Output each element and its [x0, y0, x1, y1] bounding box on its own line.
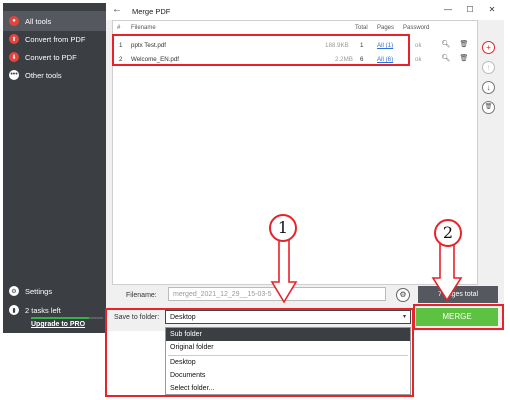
- delete-all-button[interactable]: 🗑: [482, 101, 495, 114]
- move-up-button[interactable]: ↑: [482, 61, 495, 74]
- highlight-box-save-folder: [105, 308, 414, 397]
- filename-input[interactable]: merged_2021_12_29__15-03-5: [168, 287, 386, 301]
- add-file-button[interactable]: +: [482, 41, 495, 54]
- sidebar-item-label: Other tools: [25, 70, 62, 80]
- maximize-icon[interactable]: ☐: [464, 5, 476, 14]
- app-window: ● All tools ⬆ Convert from PDF ⬇ Convert…: [0, 0, 510, 400]
- all-tools-icon: ●: [9, 16, 19, 26]
- trash-icon[interactable]: 🗑: [459, 54, 469, 64]
- sidebar: ● All tools ⬆ Convert from PDF ⬇ Convert…: [3, 3, 106, 333]
- tasks-left-label: 2 tasks left: [25, 305, 61, 315]
- trash-icon[interactable]: 🗑: [459, 40, 469, 50]
- highlight-box-merge: [413, 304, 504, 330]
- step2-number-badge: 2: [434, 219, 462, 247]
- window-title: Merge PDF: [132, 7, 171, 16]
- more-dots-icon: •••: [9, 70, 19, 80]
- close-icon[interactable]: ✕: [486, 5, 498, 14]
- row-password: ok: [415, 56, 422, 63]
- step1-number-badge: 1: [269, 214, 297, 242]
- sidebar-item-convert-from-pdf[interactable]: ⬆ Convert from PDF: [3, 29, 106, 49]
- sidebar-item-label: Convert from PDF: [25, 34, 86, 44]
- row-password: ok: [415, 42, 422, 49]
- tasks-progress-bar: [31, 317, 103, 319]
- tasks-progress-fill: [31, 317, 89, 319]
- pages-total-badge: 7 pages total: [418, 286, 498, 303]
- highlight-box-file-list: [112, 34, 410, 66]
- column-header-filename[interactable]: Filename: [131, 25, 156, 31]
- sidebar-item-convert-to-pdf[interactable]: ⬇ Convert to PDF: [3, 47, 106, 67]
- preview-search-icon[interactable]: 🔍︎: [441, 40, 451, 50]
- move-down-button[interactable]: ↓: [482, 81, 495, 94]
- column-header-password[interactable]: Password: [403, 25, 429, 31]
- convert-to-pdf-icon: ⬇: [9, 52, 19, 62]
- minimize-icon[interactable]: —: [442, 5, 454, 14]
- battery-icon: ▮: [9, 305, 19, 315]
- preview-search-icon[interactable]: 🔍︎: [441, 54, 451, 64]
- convert-from-pdf-icon: ⬆: [9, 34, 19, 44]
- title-bar: ← Merge PDF — ☐ ✕: [106, 3, 504, 20]
- column-header-num[interactable]: #: [117, 25, 120, 31]
- gear-icon: ⚙: [9, 286, 19, 296]
- output-settings-gear-icon[interactable]: ⚙: [396, 288, 410, 302]
- sidebar-item-all-tools[interactable]: ● All tools: [3, 11, 106, 31]
- filename-label: Filename:: [126, 292, 157, 299]
- sidebar-item-label: Convert to PDF: [25, 52, 77, 62]
- sidebar-item-other-tools[interactable]: ••• Other tools: [3, 65, 106, 85]
- column-header-total[interactable]: Total: [355, 25, 368, 31]
- upgrade-link[interactable]: Upgrade to PRO: [31, 321, 85, 328]
- sidebar-item-label: Settings: [25, 286, 53, 296]
- column-header-pages[interactable]: Pages: [377, 25, 394, 31]
- back-arrow-icon[interactable]: ←: [112, 4, 122, 15]
- sidebar-item-settings[interactable]: ⚙ Settings: [3, 281, 106, 301]
- sidebar-item-label: All tools: [25, 16, 52, 26]
